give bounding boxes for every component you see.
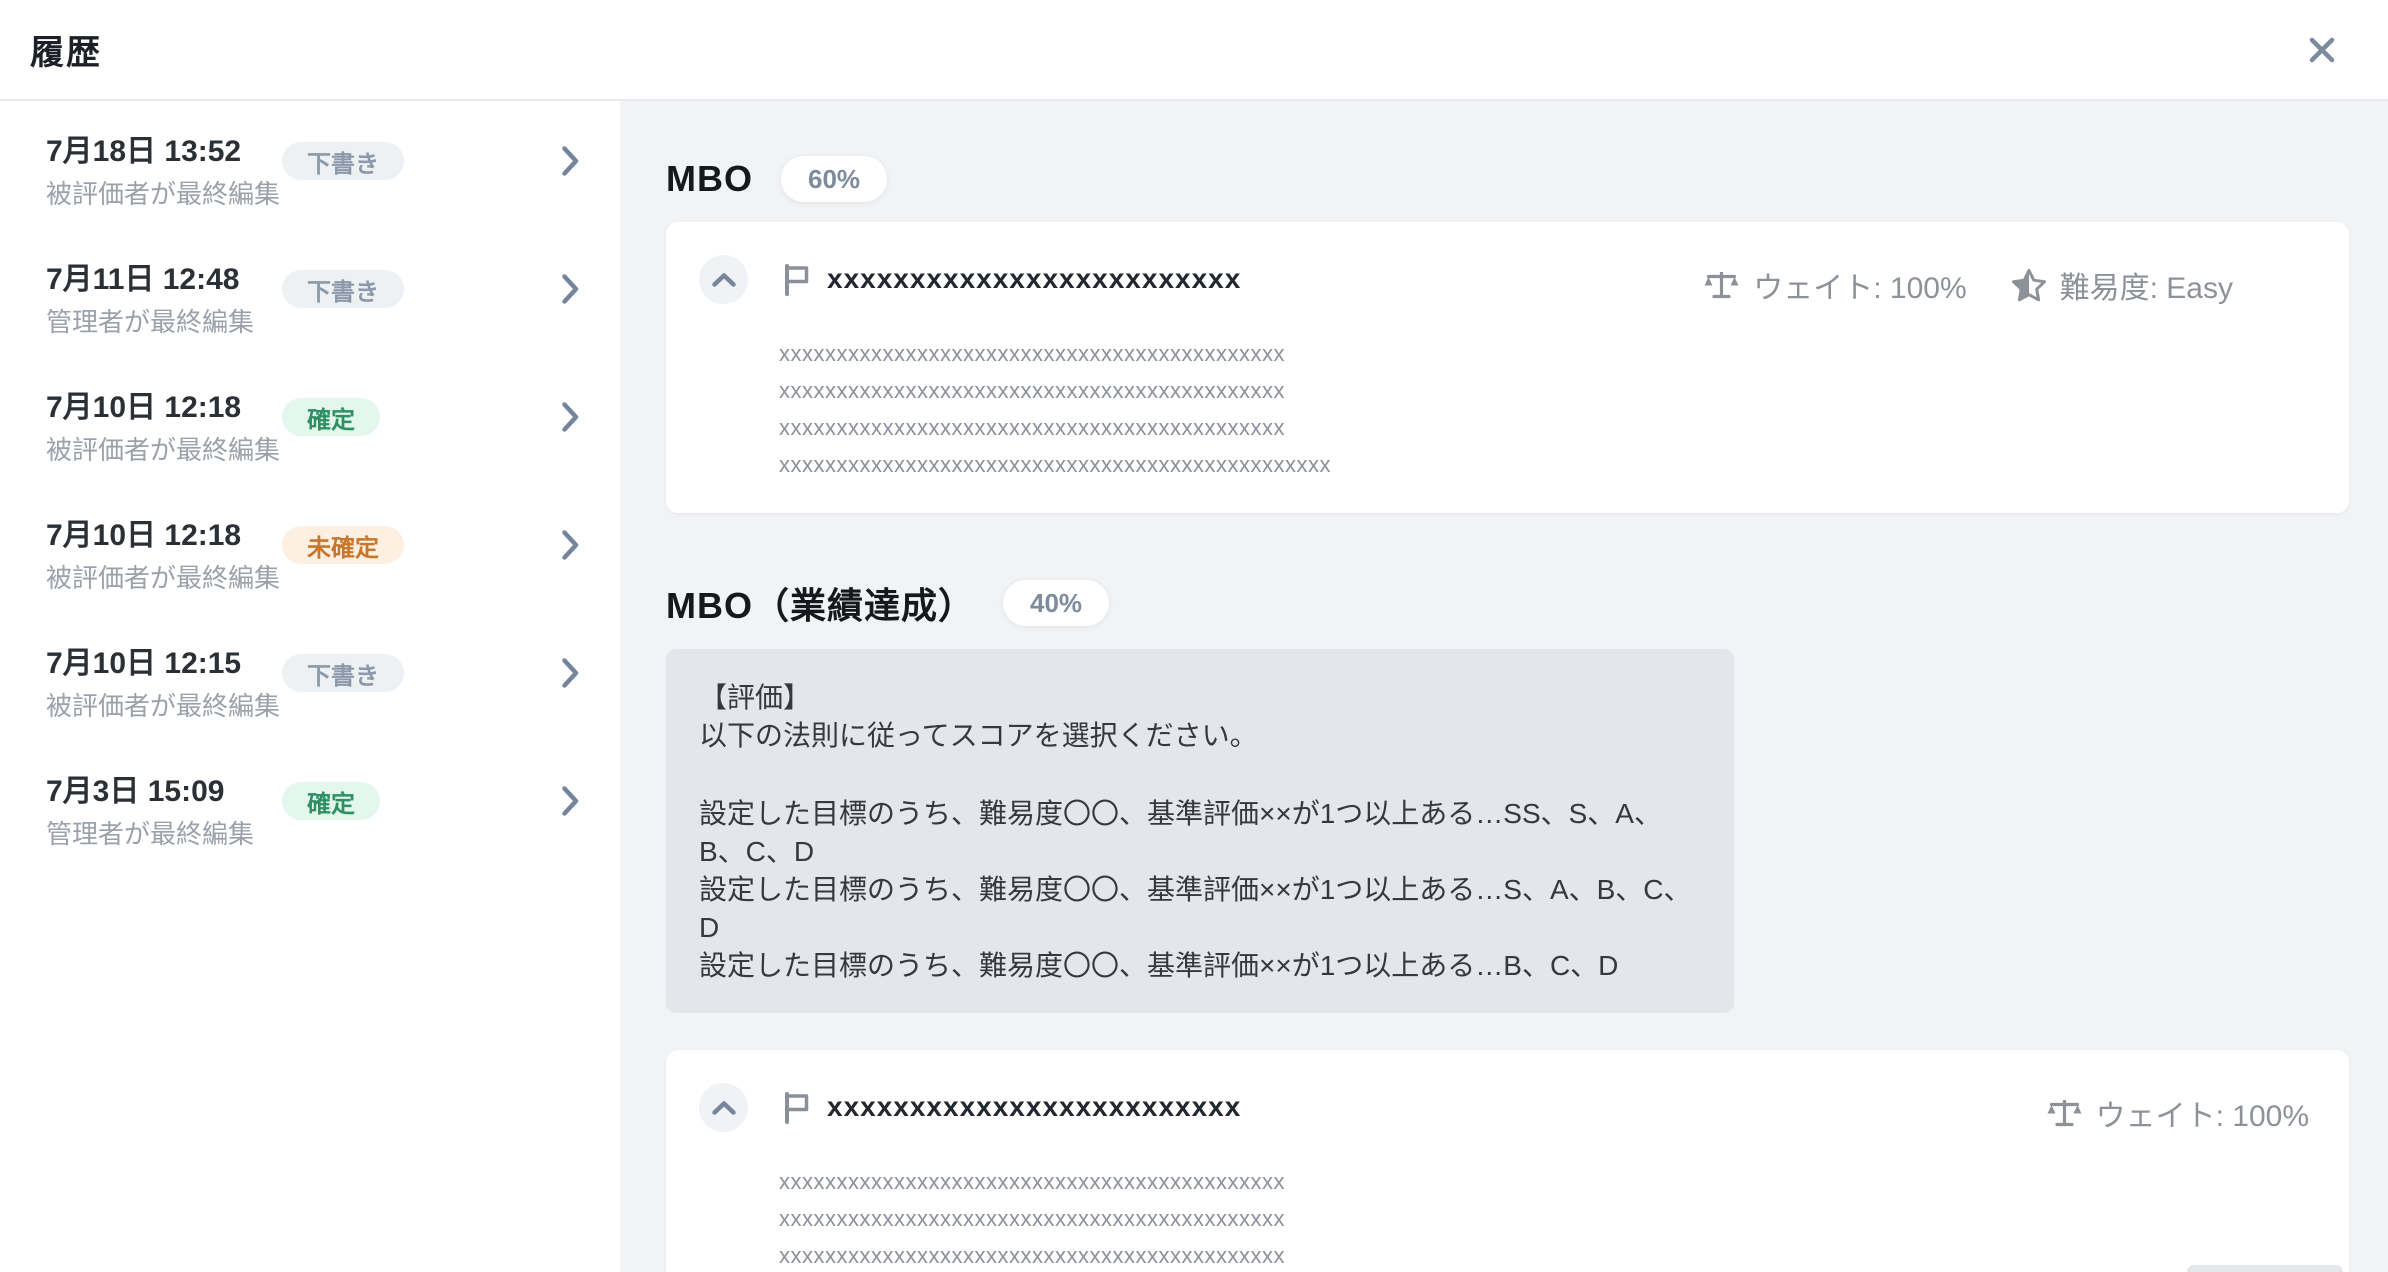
section-title: MBO（業績達成） — [666, 577, 975, 629]
close-icon — [2305, 33, 2339, 67]
modal-header: 履歴 — [0, 0, 2388, 101]
goal-description: xxxxxxxxxxxxxxxxxxxxxxxxxxxxxxxxxxxxxxxx… — [779, 335, 2309, 483]
star-half-icon — [2011, 268, 2047, 302]
collapse-button[interactable] — [699, 255, 748, 304]
instruction-line: 設定した目標のうち、難易度〇〇、基準評価××が1つ以上ある…B、C、D — [699, 947, 1694, 985]
history-item-date: 7月18日 13:52 — [46, 134, 282, 170]
goal-card: xxxxxxxxxxxxxxxxxxxxxxxxx ウェイト: 100% 難易度: … — [666, 222, 2349, 513]
goal-description: xxxxxxxxxxxxxxxxxxxxxxxxxxxxxxxxxxxxxxxx… — [779, 1163, 2309, 1272]
section-gap — [666, 513, 2388, 577]
scale-icon — [1703, 268, 1740, 302]
history-list-item[interactable]: 7月11日 12:48 管理者が最終編集下書き — [0, 262, 620, 390]
status-badge: 下書き — [282, 654, 404, 692]
goal-meta-item: ウェイト: 100% — [2046, 1091, 2309, 1135]
history-item-editor: 被評価者が最終編集 — [46, 178, 282, 210]
status-badge: 下書き — [282, 142, 404, 180]
chevron-up-icon — [712, 273, 736, 287]
chevron-right-icon — [562, 146, 579, 176]
goal-description-line: xxxxxxxxxxxxxxxxxxxxxxxxxxxxxxxxxxxxxxxx… — [779, 409, 2309, 446]
goal-card: xxxxxxxxxxxxxxxxxxxxxxxxx ウェイト: 100% xxxxx… — [666, 1050, 2349, 1272]
goal-description-line: xxxxxxxxxxxxxxxxxxxxxxxxxxxxxxxxxxxxxxxx… — [779, 1163, 2309, 1200]
section-weight-badge: 60% — [781, 156, 887, 202]
chevron-right-icon — [562, 274, 579, 304]
goal-meta-label: ウェイト: 100% — [1753, 263, 1966, 307]
evaluation-instructions-box: 【評価】以下の法則に従ってスコアを選択ください。 設定した目標のうち、難易度〇〇… — [666, 649, 1734, 1013]
snapshot-detail: MBO 60% xxxxxxxxxxxxxxxxxxxxxxxxx ウェイト: 100… — [620, 101, 2388, 1272]
section-weight-badge: 40% — [1003, 580, 1109, 626]
history-item-date: 7月10日 12:18 — [46, 390, 282, 426]
section-header: MBO 60% — [666, 156, 2388, 202]
goal-description-line: xxxxxxxxxxxxxxxxxxxxxxxxxxxxxxxxxxxxxxxx… — [779, 1200, 2309, 1237]
status-badge: 未確定 — [282, 526, 404, 564]
page-title: 履歴 — [30, 25, 102, 74]
flag-icon — [783, 263, 810, 297]
history-item-editor: 管理者が最終編集 — [46, 306, 282, 338]
goal-meta: ウェイト: 100% 難易度: Easy — [1703, 263, 2233, 307]
history-list-item[interactable]: 7月3日 15:09 管理者が最終編集確定 — [0, 774, 620, 902]
history-item-editor: 被評価者が最終編集 — [46, 434, 282, 466]
instruction-line: 【評価】 — [699, 679, 1694, 717]
history-item-date: 7月10日 12:15 — [46, 646, 282, 682]
goal-meta-label: 難易度: Easy — [2060, 263, 2233, 307]
section-header: MBO（業績達成） 40% — [666, 577, 2388, 629]
goal-description-line: xxxxxxxxxxxxxxxxxxxxxxxxxxxxxxxxxxxxxxxx… — [779, 1237, 2309, 1272]
modal-body: 7月18日 13:52被評価者が最終編集下書き7月11日 12:48管理者が最終… — [0, 101, 2388, 1272]
history-list-item[interactable]: 7月10日 12:18 被評価者が最終編集未確定 — [0, 518, 620, 646]
chevron-up-icon — [712, 1101, 736, 1115]
instruction-line: 設定した目標のうち、難易度〇〇、基準評価××が1つ以上ある…SS、S、A、B、C… — [699, 795, 1694, 871]
chevron-right-icon — [562, 402, 579, 432]
scale-icon — [2046, 1096, 2083, 1130]
chevron-right-icon — [562, 786, 579, 816]
chevron-right-icon — [562, 658, 579, 688]
goal-description-line: xxxxxxxxxxxxxxxxxxxxxxxxxxxxxxxxxxxxxxxx… — [779, 446, 2309, 483]
instruction-line: 以下の法則に従ってスコアを選択ください。 — [699, 717, 1694, 755]
goal-meta-item: 難易度: Easy — [2011, 263, 2233, 307]
history-item-editor: 被評価者が最終編集 — [46, 562, 282, 594]
history-modal: 履歴 7月18日 13:52被評価者が最終編集下書き7月11日 12:48管理者… — [0, 0, 2388, 1272]
goal-description-line: xxxxxxxxxxxxxxxxxxxxxxxxxxxxxxxxxxxxxxxx… — [779, 372, 2309, 409]
collapse-button[interactable] — [699, 1083, 748, 1132]
history-list-item[interactable]: 7月10日 12:15 被評価者が最終編集下書き — [0, 646, 620, 774]
status-badge: 下書き — [282, 270, 404, 308]
goal-description-line: xxxxxxxxxxxxxxxxxxxxxxxxxxxxxxxxxxxxxxxx… — [779, 335, 2309, 372]
history-item-editor: 管理者が最終編集 — [46, 818, 282, 850]
flag-icon — [783, 1091, 810, 1125]
goal-meta: ウェイト: 100% — [2046, 1091, 2309, 1135]
history-list-item[interactable]: 7月10日 12:18 被評価者が最終編集確定 — [0, 390, 620, 518]
goal-meta-label: ウェイト: 100% — [2096, 1091, 2309, 1135]
history-item-date: 7月11日 12:48 — [46, 262, 282, 298]
section-title: MBO — [666, 158, 753, 200]
history-item-date: 7月3日 15:09 — [46, 774, 282, 810]
chevron-right-icon — [562, 530, 579, 560]
goal-title: xxxxxxxxxxxxxxxxxxxxxxxxx — [827, 263, 1241, 295]
close-button[interactable] — [2290, 18, 2354, 82]
status-badge: 確定 — [282, 782, 380, 820]
instruction-line — [699, 755, 1694, 795]
history-list: 7月18日 13:52被評価者が最終編集下書き7月11日 12:48管理者が最終… — [0, 101, 620, 1272]
history-item-editor: 被評価者が最終編集 — [46, 690, 282, 722]
partial-element — [2187, 1265, 2343, 1272]
history-list-item[interactable]: 7月18日 13:52 被評価者が最終編集下書き — [0, 134, 620, 262]
history-item-date: 7月10日 12:18 — [46, 518, 282, 554]
status-badge: 確定 — [282, 398, 380, 436]
instruction-line: 設定した目標のうち、難易度〇〇、基準評価××が1つ以上ある…S、A、B、C、D — [699, 871, 1694, 947]
goal-title: xxxxxxxxxxxxxxxxxxxxxxxxx — [827, 1091, 1241, 1123]
goal-meta-item: ウェイト: 100% — [1703, 263, 1966, 307]
